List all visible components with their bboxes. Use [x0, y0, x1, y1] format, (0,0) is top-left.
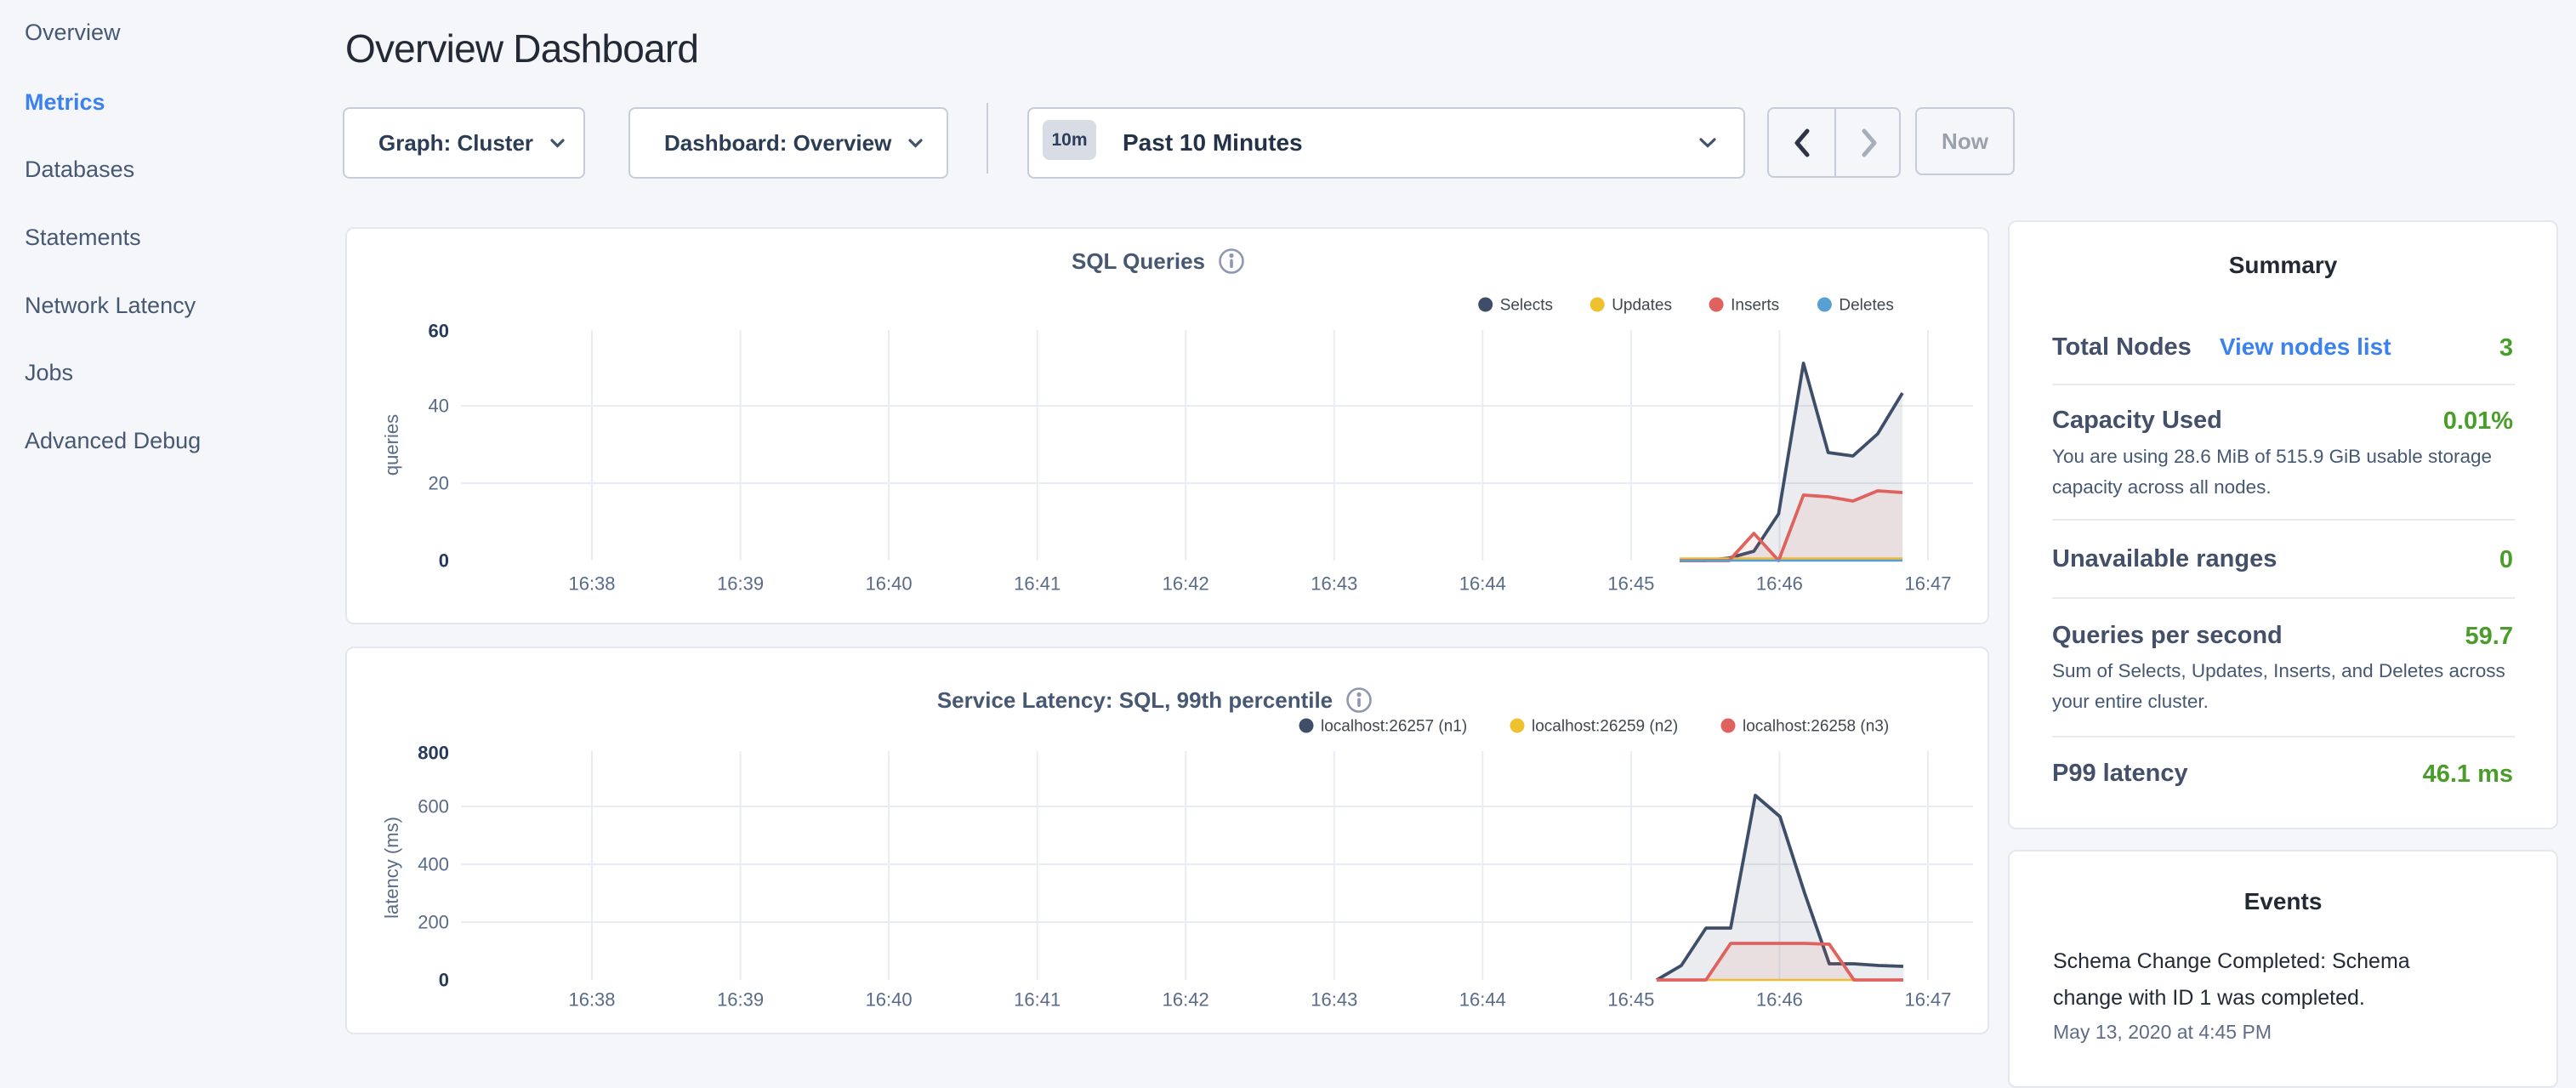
svg-text:16:46: 16:46: [1756, 989, 1803, 1011]
svg-text:16:40: 16:40: [866, 989, 913, 1011]
svg-text:queries: queries: [381, 414, 402, 476]
svg-text:600: 600: [418, 796, 449, 817]
svg-text:16:38: 16:38: [568, 989, 615, 1011]
svg-text:Inserts: Inserts: [1731, 297, 1779, 315]
svg-text:16:44: 16:44: [1459, 989, 1506, 1011]
svg-text:latency (ms): latency (ms): [381, 817, 402, 919]
svg-text:16:42: 16:42: [1163, 573, 1209, 595]
svg-text:localhost:26257 (n1): localhost:26257 (n1): [1321, 718, 1467, 736]
svg-text:16:45: 16:45: [1607, 989, 1654, 1011]
svg-text:16:42: 16:42: [1163, 989, 1209, 1011]
svg-text:16:40: 16:40: [866, 573, 913, 595]
svg-text:16:39: 16:39: [717, 989, 764, 1011]
svg-text:16:41: 16:41: [1014, 989, 1061, 1011]
svg-text:16:43: 16:43: [1311, 989, 1357, 1011]
svg-text:400: 400: [418, 854, 449, 875]
svg-text:Updates: Updates: [1612, 297, 1672, 315]
svg-text:0: 0: [439, 970, 449, 991]
svg-text:16:45: 16:45: [1607, 573, 1654, 595]
svg-text:Selects: Selects: [1500, 297, 1553, 315]
svg-text:16:47: 16:47: [1904, 573, 1951, 595]
svg-text:16:46: 16:46: [1756, 573, 1803, 595]
svg-text:16:41: 16:41: [1014, 573, 1061, 595]
svg-text:16:38: 16:38: [568, 573, 615, 595]
svg-text:Service Latency: SQL, 99th per: Service Latency: SQL, 99th percentile: [937, 687, 1333, 713]
svg-text:16:44: 16:44: [1459, 573, 1506, 595]
svg-text:60: 60: [429, 321, 449, 342]
svg-text:localhost:26259 (n2): localhost:26259 (n2): [1532, 718, 1678, 736]
svg-text:0: 0: [439, 550, 449, 572]
svg-text:Deletes: Deletes: [1839, 297, 1893, 315]
svg-text:40: 40: [429, 396, 449, 417]
svg-text:16:43: 16:43: [1311, 573, 1357, 595]
svg-text:16:47: 16:47: [1904, 989, 1951, 1011]
svg-text:localhost:26258 (n3): localhost:26258 (n3): [1743, 718, 1889, 736]
svg-text:200: 200: [418, 912, 449, 933]
svg-text:20: 20: [429, 473, 449, 494]
svg-text:SQL Queries: SQL Queries: [1072, 248, 1205, 274]
svg-text:16:39: 16:39: [717, 573, 764, 595]
svg-text:800: 800: [418, 743, 449, 764]
